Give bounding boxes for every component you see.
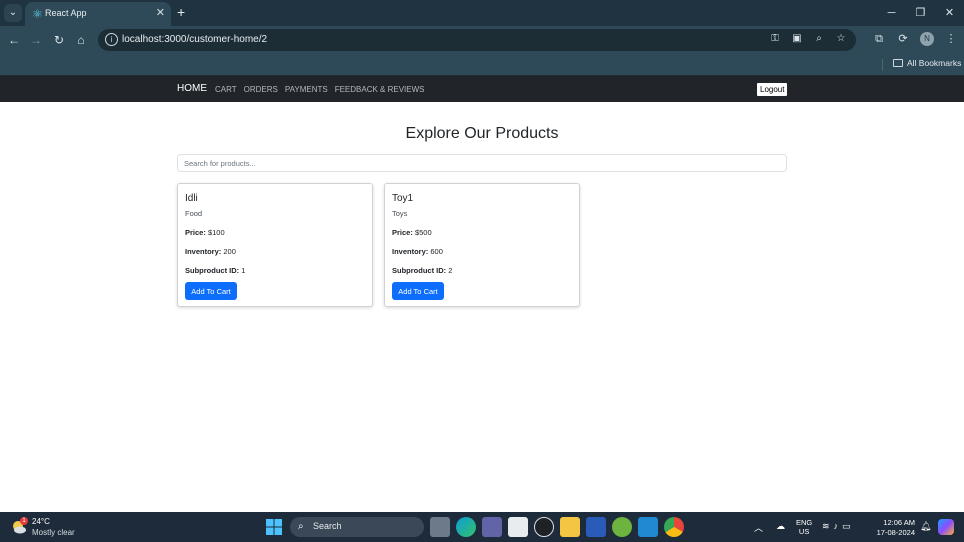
product-name: Idli	[185, 193, 198, 204]
all-bookmarks-button[interactable]: All Bookmarks	[893, 58, 961, 68]
show-hidden-icons-icon[interactable]: ︿	[754, 521, 763, 534]
word-icon[interactable]	[586, 517, 606, 537]
app-navbar: HOME CART ORDERS PAYMENTS FEEDBACK & REV…	[0, 76, 964, 102]
subproduct-id-value: 1	[241, 266, 246, 275]
product-price: Price: $100	[185, 228, 225, 237]
nav-cart-link[interactable]: CART	[215, 85, 237, 94]
home-icon[interactable]: ⌂	[73, 32, 89, 48]
copilot-icon[interactable]	[938, 519, 954, 535]
reload-icon[interactable]: ↻	[51, 32, 67, 48]
extensions-icon[interactable]: ⧉	[872, 31, 886, 47]
add-to-cart-button[interactable]: Add To Cart	[392, 282, 444, 300]
taskbar-apps: ⌕ Search	[264, 517, 684, 537]
bookmarks-bar: All Bookmarks	[0, 54, 964, 76]
product-category: Toys	[392, 209, 408, 218]
weather-description[interactable]: Mostly clear	[32, 528, 75, 537]
price-value: $100	[207, 228, 225, 237]
nav-feedback-link[interactable]: FEEDBACK & REVIEWS	[335, 85, 425, 94]
windows-start-icon[interactable]	[264, 517, 284, 537]
weather-temperature[interactable]: 24°C	[32, 517, 50, 526]
address-bar[interactable]: i localhost:3000/customer-home/2 ⚿ ▣ ⌕ ☆	[98, 29, 856, 51]
edge-browser-icon[interactable]	[456, 517, 476, 537]
product-price: Price: $500	[392, 228, 432, 237]
search-icon: ⌕	[298, 521, 304, 532]
add-to-cart-button[interactable]: Add To Cart	[185, 282, 237, 300]
install-app-icon[interactable]: ▣	[790, 32, 804, 46]
product-card: Idli Food Price: $100 Inventory: 200 Sub…	[177, 183, 373, 307]
nav-payments-link[interactable]: PAYMENTS	[285, 85, 328, 94]
tab-close-icon[interactable]: ✕	[156, 6, 165, 19]
subproduct-id-value: 2	[448, 266, 453, 275]
product-inventory: Inventory: 600	[392, 247, 443, 256]
password-key-icon[interactable]: ⚿	[768, 32, 782, 46]
forward-icon[interactable]: →	[28, 32, 44, 48]
zoom-icon[interactable]: ⌕	[812, 32, 826, 46]
price-label: Price:	[392, 228, 413, 237]
taskbar-search-label: Search	[313, 521, 342, 531]
onedrive-cloud-icon[interactable]: ☁	[776, 521, 785, 532]
inventory-label: Inventory:	[185, 247, 222, 256]
region-code: US	[798, 527, 810, 536]
browser-toolbar: ← → ↻ ⌂ i localhost:3000/customer-home/2…	[0, 26, 964, 54]
product-search-input[interactable]	[177, 154, 787, 172]
product-category: Food	[185, 209, 203, 218]
taskbar-search-box[interactable]: ⌕ Search	[290, 517, 424, 537]
clock[interactable]: 12:06 AM 17-08-2024	[871, 518, 915, 538]
window-controls: ─ ❐ ✕	[877, 0, 964, 26]
product-subproduct-id: Subproduct ID: 1	[185, 266, 245, 275]
product-name: Toy1	[392, 193, 414, 204]
minimize-icon[interactable]: ─	[877, 0, 906, 26]
nav-links: CART ORDERS PAYMENTS FEEDBACK & REVIEWS	[215, 85, 425, 94]
microsoft-store-icon[interactable]	[508, 517, 528, 537]
notification-bell-icon[interactable]: 🔔︎	[920, 521, 931, 532]
product-inventory: Inventory: 200	[185, 247, 236, 256]
file-explorer-icon[interactable]	[560, 517, 580, 537]
new-tab-icon[interactable]: +	[177, 4, 185, 20]
bookmark-star-icon[interactable]: ☆	[834, 32, 848, 46]
back-icon[interactable]: ←	[6, 32, 22, 48]
inventory-value: 200	[223, 247, 236, 256]
clock-date: 17-08-2024	[876, 528, 915, 537]
page-title: Explore Our Products	[405, 125, 559, 142]
price-label: Price:	[185, 228, 206, 237]
clock-time: 12:06 AM	[883, 518, 915, 527]
sync-icon[interactable]: ⟳	[896, 31, 910, 47]
browser-tab-bar: ⌄ ⚛ React App ✕ + ─ ❐ ✕	[0, 0, 964, 26]
all-bookmarks-label: All Bookmarks	[907, 58, 962, 68]
language-indicator[interactable]: ENG US	[796, 518, 812, 536]
url-text: localhost:3000/customer-home/2	[122, 34, 268, 45]
subproduct-id-label: Subproduct ID:	[185, 266, 240, 275]
logout-button[interactable]: Logout	[757, 83, 788, 96]
inventory-value: 600	[430, 247, 443, 256]
product-card: Toy1 Toys Price: $500 Inventory: 600 Sub…	[384, 183, 580, 307]
folder-icon	[893, 59, 903, 67]
react-favicon-icon: ⚛	[32, 7, 43, 21]
task-view-icon[interactable]	[430, 517, 450, 537]
dell-icon[interactable]	[534, 517, 554, 537]
subproduct-id-label: Subproduct ID:	[392, 266, 447, 275]
weather-notification-badge: 1	[20, 517, 28, 525]
spring-tool-icon[interactable]	[612, 517, 632, 537]
product-subproduct-id: Subproduct ID: 2	[392, 266, 452, 275]
nav-home-link[interactable]: HOME	[177, 83, 207, 94]
close-window-icon[interactable]: ✕	[935, 0, 964, 26]
vscode-icon[interactable]	[638, 517, 658, 537]
inventory-label: Inventory:	[392, 247, 429, 256]
more-menu-icon[interactable]: ⋮	[944, 31, 958, 47]
site-info-icon[interactable]: i	[105, 33, 118, 46]
language-code: ENG	[796, 518, 813, 527]
chrome-icon[interactable]	[664, 517, 684, 537]
browser-tab[interactable]: ⚛ React App ✕	[25, 2, 171, 26]
profile-avatar[interactable]: N	[920, 32, 934, 46]
price-value: $500	[414, 228, 432, 237]
windows-taskbar: 1 24°C Mostly clear ⌕ Search ︿ ☁ ENG US …	[0, 512, 964, 542]
teams-icon[interactable]	[482, 517, 502, 537]
tab-search-icon[interactable]: ⌄	[4, 4, 22, 22]
bookmarks-divider	[882, 59, 883, 71]
nav-orders-link[interactable]: ORDERS	[244, 85, 278, 94]
network-volume-battery-icons[interactable]: ≋♪▭	[822, 521, 855, 532]
restore-icon[interactable]: ❐	[906, 0, 935, 26]
tab-title: React App	[45, 8, 87, 18]
